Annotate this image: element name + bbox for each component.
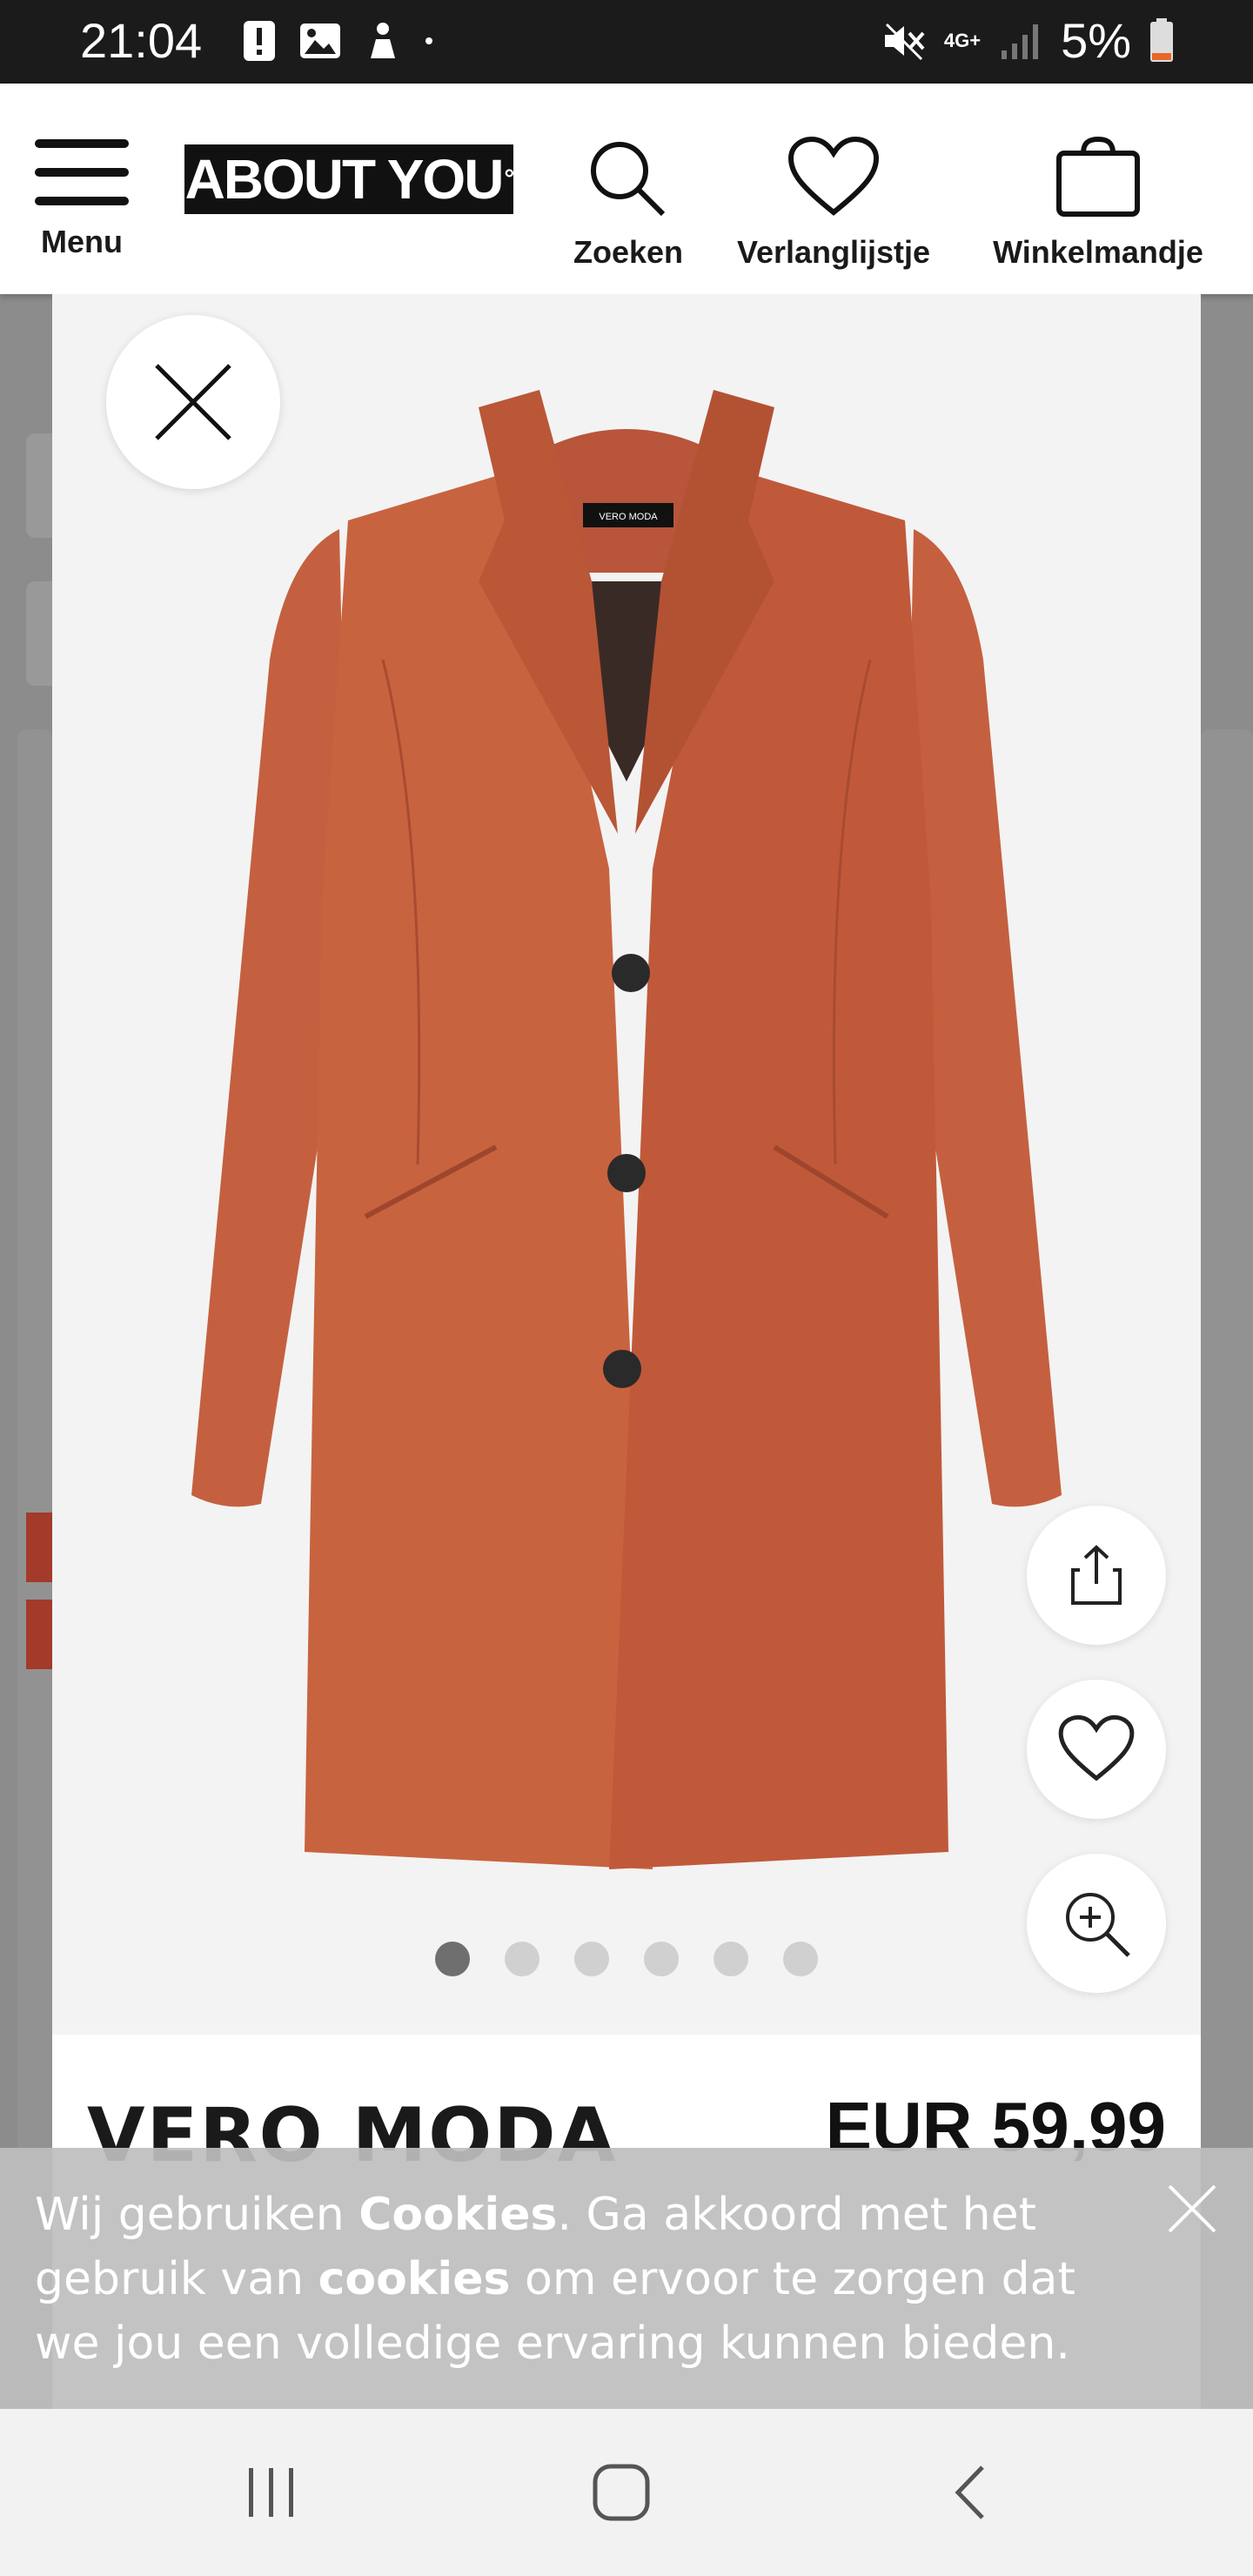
wishlist-label: Verlanglijstje [736,234,931,270]
search-button[interactable]: Zoeken [567,136,689,271]
search-icon [591,142,666,217]
menu-button[interactable]: Menu [33,136,131,260]
product-gallery-modal: VERO MODA VERO MODA EUR 59,99 [52,294,1201,2409]
home-icon [593,2464,650,2521]
pagination-dot-5[interactable] [714,1942,748,1976]
background-product-card [17,729,52,1965]
cookie-text-part: Wij gebruiken [35,2189,359,2241]
back-button[interactable] [936,2458,1006,2527]
pagination-dot-3[interactable] [574,1942,609,1976]
status-bar: 21:04 4G+ 5% [0,0,1253,84]
notification-icons [242,19,435,63]
more-notifications-icon [425,37,432,44]
home-button[interactable] [586,2458,656,2527]
cart-label: Winkelmandje [993,234,1203,270]
share-button[interactable] [1027,1506,1166,1645]
coat-image: VERO MODA [191,390,1062,1869]
back-icon [955,2465,984,2519]
logo-text: ABOUT YOU [184,148,505,211]
background-sale-badge [26,1513,52,1582]
pagination-dot-4[interactable] [644,1942,679,1976]
heart-icon [787,136,880,216]
search-label: Zoeken [573,234,684,270]
hamburger-icon [35,139,129,205]
cookie-link[interactable]: Cookies [358,2189,557,2241]
status-right: 4G+ 5% [881,12,1175,69]
cookie-link[interactable]: cookies [318,2253,511,2305]
pagination-dot-6[interactable] [783,1942,818,1976]
wishlist-button[interactable]: Verlanglijstje [726,136,941,271]
cart-button[interactable]: Winkelmandje [976,136,1220,271]
pagination-dot-2[interactable] [505,1942,539,1976]
site-header: Menu ABOUT YOU ° Zoeken Verlanglijstje Wi… [0,84,1253,294]
recent-apps-icon [249,2468,293,2517]
app-notification-icon [371,23,395,58]
mute-icon [884,23,925,60]
add-to-wishlist-button[interactable] [1027,1680,1166,1819]
recent-apps-button[interactable] [237,2458,306,2527]
gallery-notification-icon [300,23,340,58]
cookie-close-button[interactable] [1166,2183,1218,2235]
close-icon [1168,2184,1216,2233]
about-you-logo[interactable]: ABOUT YOU ° [184,144,514,214]
logo-registered-mark: ° [504,164,514,193]
alert-notification-icon [244,21,275,61]
background-discount-badge [26,1600,52,1669]
image-pagination [52,1942,1201,1976]
menu-label: Menu [41,224,123,259]
battery-icon [1150,17,1173,62]
background-product-card [1201,729,1253,1965]
cookie-banner: Wij gebruiken Cookies. Ga akkoord met he… [0,2148,1253,2409]
system-navigation-bar [0,2409,1253,2576]
pagination-dot-1[interactable] [435,1942,470,1976]
status-time: 21:04 [80,13,203,68]
close-gallery-button[interactable] [106,315,280,489]
close-icon [155,364,231,440]
network-type: 4G+ [943,29,982,51]
signal-icon [1002,23,1039,59]
garment-label: VERO MODA [599,512,658,522]
shopping-bag-icon [1056,136,1140,217]
cookie-text: Wij gebruiken Cookies. Ga akkoord met he… [35,2183,1114,2376]
heart-icon [1058,1714,1135,1781]
product-image[interactable]: VERO MODA [52,294,1201,2026]
share-icon [1071,1545,1122,1605]
battery-percent: 5% [1061,13,1131,68]
